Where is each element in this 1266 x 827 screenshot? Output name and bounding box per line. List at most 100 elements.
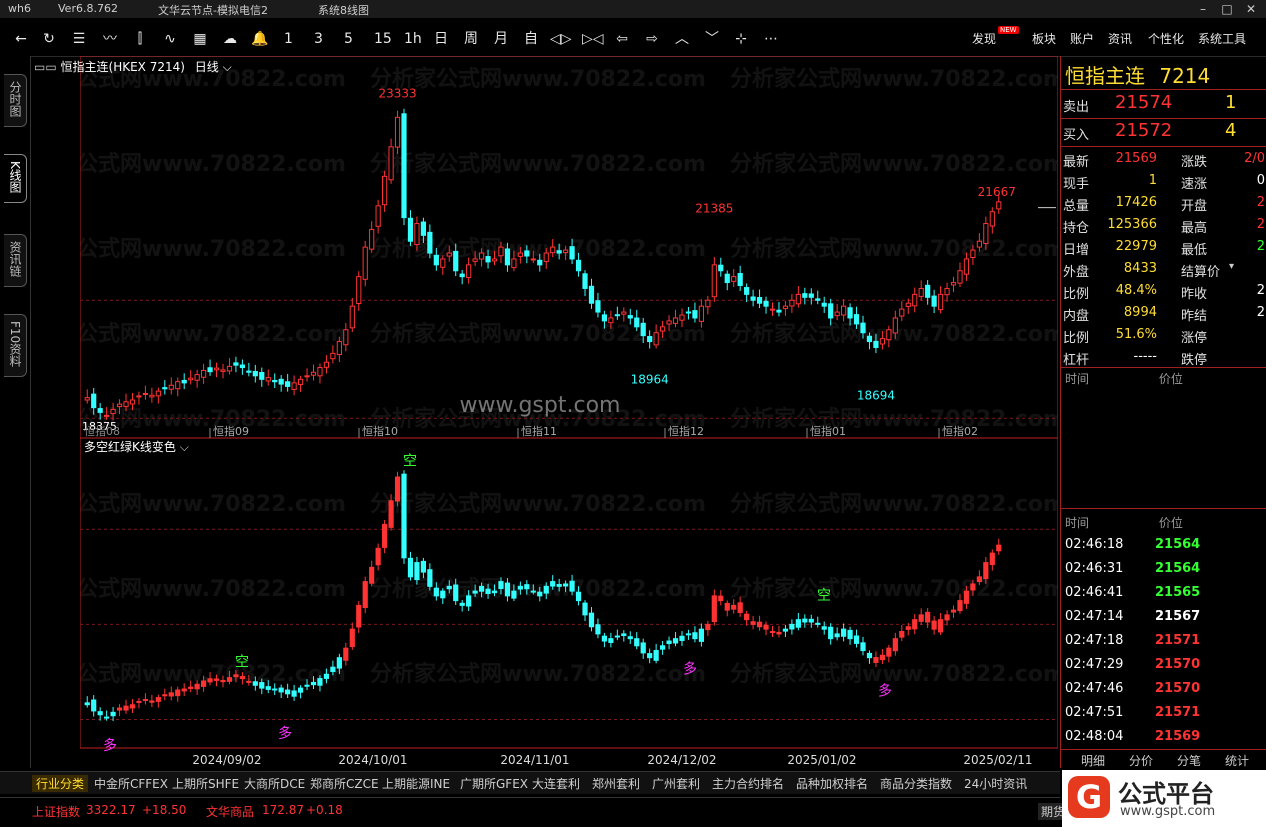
candle-body: [504, 248, 511, 266]
zoom-out-icon[interactable]: ◁▷: [550, 30, 572, 48]
period-button-1[interactable]: 3: [314, 30, 323, 48]
candle-body: [265, 377, 271, 382]
market-tab[interactable]: 上期能源INE: [382, 775, 450, 792]
arrow-right-icon[interactable]: ⇨: [642, 30, 662, 48]
buy-row[interactable]: 买入 21572 4: [1061, 119, 1266, 145]
back-arrow-icon[interactable]: ←: [12, 30, 30, 48]
period-button-5[interactable]: 日: [434, 30, 448, 48]
kline-chart-svg[interactable]: 分析家公式网www.70822.com 分析家公式网www.70822.com 分析…: [10, 55, 1066, 768]
candle-body: [382, 175, 388, 206]
period-button-2[interactable]: 5: [344, 30, 353, 48]
arrow-left-icon[interactable]: ⇦: [612, 30, 632, 48]
close-icon[interactable]: ✕: [1240, 1, 1262, 17]
list-icon[interactable]: ☰: [70, 30, 88, 48]
tab-label: 分时图: [8, 81, 22, 117]
candle-body: [297, 378, 304, 385]
kline-icon[interactable]: ⫿: [130, 30, 150, 48]
indicator-header[interactable]: 多空红绿K线变色 ⌵: [84, 438, 189, 455]
zoom-in-icon[interactable]: ▷◁: [582, 30, 604, 48]
market-tab[interactable]: 广期所GFEX: [460, 775, 528, 792]
tab-timeshare[interactable]: 分时图: [4, 74, 27, 127]
detail-tab[interactable]: 分笔: [1177, 752, 1201, 769]
detail-tab[interactable]: 明细: [1081, 752, 1105, 769]
candle-body: [853, 314, 860, 325]
detail-tab[interactable]: 分价: [1129, 752, 1153, 769]
market-tab[interactable]: 商品分类指数: [880, 775, 952, 792]
maximize-icon[interactable]: □: [1216, 1, 1238, 17]
period-selector[interactable]: 日线 ⌵: [195, 60, 232, 74]
toolbar-menu-5[interactable]: 系统工具: [1198, 30, 1246, 48]
indicator-body: [647, 653, 653, 659]
kline-chart-area[interactable]: 分析家公式网www.70822.com 分析家公式网www.70822.com 分析…: [10, 55, 1066, 768]
system-menu[interactable]: 系统8线图: [318, 2, 369, 18]
market-tab[interactable]: 郑州套利: [592, 775, 640, 792]
candle-body: [769, 308, 776, 311]
candle-body: [744, 287, 750, 295]
detail-tab[interactable]: 统计: [1225, 752, 1249, 769]
indicator-body: [175, 689, 181, 697]
candle-body: [356, 276, 362, 304]
market-tab[interactable]: 大连套利: [532, 775, 580, 792]
candle-body: [569, 246, 575, 260]
market-tab[interactable]: 广州套利: [652, 775, 700, 792]
quote-row: 内盘 8994 昨结 2: [1061, 302, 1266, 324]
candle-body: [149, 394, 155, 398]
quote-label: 最低: [1181, 243, 1208, 258]
minimize-icon[interactable]: –: [1192, 1, 1214, 17]
period-button-8[interactable]: 自: [524, 30, 538, 48]
toolbar-menu-0[interactable]: 发现: [972, 30, 996, 48]
indicator-body: [989, 552, 995, 566]
period-button-6[interactable]: 周: [464, 30, 478, 48]
arrow-down-icon[interactable]: ﹀: [702, 30, 722, 48]
settle-dropdown-icon[interactable]: ▾: [1229, 261, 1234, 272]
line-chart-icon[interactable]: 〰: [100, 30, 120, 48]
candle-body: [601, 314, 608, 322]
market-tab[interactable]: 24小时资讯: [964, 775, 1027, 792]
toolbar-menu-2[interactable]: 账户: [1070, 30, 1094, 48]
month-label: 恒指11: [521, 424, 557, 438]
tab-kline[interactable]: K线图: [4, 154, 27, 203]
indicator-body: [905, 626, 911, 630]
indicator-body: [498, 581, 504, 590]
market-tab[interactable]: 上期所SHFE: [172, 775, 239, 792]
candle-body: [194, 374, 200, 381]
toolbar: ← ↻ ☰ 〰 ⫿ ∿ ▦ ☁ 🔔 1 3 5 15 1h 日周月自 ◁▷ ▷◁ ⇦ ⇨ …: [0, 22, 1266, 57]
indicator-body: [886, 647, 892, 657]
market-tab[interactable]: 大商所DCE: [244, 775, 305, 792]
symbol-label[interactable]: 恒指主连(HKEX 7214): [61, 60, 185, 74]
tab-news-chain[interactable]: 资讯链: [4, 234, 27, 287]
candle-body: [168, 384, 174, 390]
indicator-body: [776, 631, 782, 635]
index2-name[interactable]: 文华商品: [206, 803, 254, 820]
tab-f10[interactable]: F10资料: [4, 314, 27, 378]
refresh-icon[interactable]: ↻: [40, 30, 58, 48]
toolbar-menu-3[interactable]: 资讯: [1108, 30, 1132, 48]
quote-row: 杠杆 ----- 跌停: [1061, 346, 1266, 368]
index1-name[interactable]: 上证指数: [32, 803, 80, 820]
period-button-3[interactable]: 15: [374, 30, 392, 48]
grid-icon[interactable]: ▦: [190, 30, 210, 48]
more-icon[interactable]: ⋯: [760, 30, 782, 48]
sell-row[interactable]: 卖出 21574 1: [1061, 91, 1266, 117]
bell-icon[interactable]: 🔔: [250, 30, 270, 48]
cloud-icon[interactable]: ☁: [220, 30, 240, 48]
market-tab[interactable]: 品种加权排名: [796, 775, 868, 792]
candle-body: [866, 335, 873, 343]
period-button-4[interactable]: 1h: [404, 30, 422, 48]
toolbar-menu-4[interactable]: 个性化: [1148, 30, 1184, 48]
analysis-icon[interactable]: ∿: [160, 30, 180, 48]
market-tab[interactable]: 中金所CFFEX: [94, 775, 168, 792]
market-tab[interactable]: 主力合约排名: [712, 775, 784, 792]
candle-body: [588, 285, 595, 304]
arrow-up-icon[interactable]: ︿: [672, 30, 692, 48]
quote-label: 跌停: [1181, 353, 1208, 368]
market-tab[interactable]: 郑商所CZCE: [310, 775, 379, 792]
toolbar-menu-1[interactable]: 板块: [1032, 30, 1056, 48]
indicator-body: [155, 697, 161, 702]
period-button-0[interactable]: 1: [284, 30, 293, 48]
indicator-body: [136, 700, 142, 703]
period-button-7[interactable]: 月: [494, 30, 508, 48]
crosshair-icon[interactable]: ⊹: [730, 30, 752, 48]
chart-menu-icon[interactable]: ▭▭: [34, 60, 57, 74]
market-tab[interactable]: 行业分类: [32, 775, 89, 792]
